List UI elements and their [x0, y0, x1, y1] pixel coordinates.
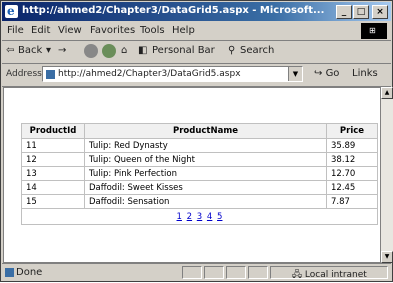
zone-label: 🖧 Local intranet [292, 270, 367, 280]
window-title: http://ahmed2/Chapter3/DataGrid5.aspx - … [22, 5, 325, 16]
done-page-icon [5, 268, 14, 277]
cell-product-name: Tulip: Red Dynasty [84, 138, 327, 153]
status-text: Done [16, 267, 43, 278]
cell-product-id: 13 [21, 166, 85, 181]
zone-text: Local intranet [304, 270, 367, 280]
go-button[interactable]: ↪ Go [314, 68, 339, 79]
title-bar: e http://ahmed2/Chapter3/DataGrid5.aspx … [2, 2, 391, 21]
pager: 1 2 3 4 5 [21, 208, 378, 225]
menu-tools[interactable]: Tools [140, 25, 165, 36]
cell-product-name: Tulip: Queen of the Night [84, 152, 327, 167]
header-product-name: ProductName [84, 123, 327, 139]
page-link-2[interactable]: 2 [187, 212, 192, 222]
menu-favorites[interactable]: Favorites [90, 25, 135, 36]
chevron-down-icon[interactable]: ▼ [288, 67, 302, 81]
header-price: Price [326, 123, 378, 139]
menu-bar: File Edit View Favorites Tools Help ⊞ [2, 22, 391, 41]
personal-bar-icon[interactable]: ◧ [138, 45, 147, 56]
browser-window: e http://ahmed2/Chapter3/DataGrid5.aspx … [0, 0, 393, 282]
vertical-scrollbar[interactable]: ▲ ▼ [381, 87, 393, 263]
address-url[interactable]: http://ahmed2/Chapter3/DataGrid5.aspx [58, 69, 241, 79]
ie-logo-icon: e [5, 4, 18, 18]
page-link-1[interactable]: 1 [177, 212, 182, 222]
cell-price: 35.89 [326, 138, 378, 153]
page-link-5[interactable]: 5 [217, 212, 222, 222]
stop-icon[interactable] [84, 44, 98, 58]
back-dropdown-icon[interactable]: ▾ [46, 45, 51, 56]
cell-price: 12.70 [326, 166, 378, 181]
windows-logo-icon: ⊞ [361, 23, 387, 39]
address-bar: Address http://ahmed2/Chapter3/DataGrid5… [2, 64, 391, 87]
page-link-4[interactable]: 4 [207, 212, 212, 222]
cell-price: 12.45 [326, 180, 378, 195]
pager-row: 1 2 3 4 5 [21, 208, 378, 225]
address-label: Address [6, 69, 42, 79]
refresh-icon[interactable] [102, 44, 116, 58]
cell-product-id: 15 [21, 194, 85, 209]
status-cell [182, 266, 202, 279]
scroll-down-icon[interactable]: ▼ [381, 251, 393, 263]
cell-product-name: Daffodil: Sweet Kisses [84, 180, 327, 195]
close-button[interactable]: × [372, 5, 388, 19]
menu-edit[interactable]: Edit [31, 25, 50, 36]
back-arrow-icon[interactable]: ⇦ [6, 45, 14, 56]
table-row: 11 Tulip: Red Dynasty 35.89 [21, 138, 378, 153]
products-grid: ProductId ProductName Price 11 Tulip: Re… [21, 123, 378, 225]
personal-bar-button[interactable]: Personal Bar [152, 45, 215, 56]
minimize-button[interactable]: _ [336, 5, 352, 19]
search-icon[interactable]: ⚲ [228, 45, 235, 56]
table-row: 12 Tulip: Queen of the Night 38.12 [21, 152, 378, 167]
menu-help[interactable]: Help [172, 25, 195, 36]
links-button[interactable]: Links [352, 68, 378, 79]
cell-price: 7.87 [326, 194, 378, 209]
table-row: 15 Daffodil: Sensation 7.87 [21, 194, 378, 209]
table-header-row: ProductId ProductName Price [21, 123, 378, 139]
status-bar: Done 🖧 Local intranet [2, 263, 391, 282]
header-product-id: ProductId [21, 123, 85, 139]
search-button[interactable]: Search [240, 45, 274, 56]
maximize-button[interactable]: □ [353, 5, 369, 19]
go-label: Go [325, 68, 340, 79]
scroll-up-icon[interactable]: ▲ [381, 87, 393, 99]
forward-button[interactable]: → [58, 45, 66, 56]
cell-product-name: Daffodil: Sensation [84, 194, 327, 209]
cell-price: 38.12 [326, 152, 378, 167]
cell-product-id: 14 [21, 180, 85, 195]
address-input[interactable]: http://ahmed2/Chapter3/DataGrid5.aspx ▼ [42, 66, 303, 82]
page-icon [46, 70, 55, 79]
status-cell [204, 266, 224, 279]
menu-file[interactable]: File [7, 25, 24, 36]
cell-product-id: 12 [21, 152, 85, 167]
home-icon[interactable]: ⌂ [121, 45, 127, 56]
page-link-3[interactable]: 3 [197, 212, 202, 222]
table-row: 13 Tulip: Pink Perfection 12.70 [21, 166, 378, 181]
menu-view[interactable]: View [58, 25, 82, 36]
back-button[interactable]: Back [18, 45, 42, 56]
status-cell [226, 266, 246, 279]
table-row: 14 Daffodil: Sweet Kisses 12.45 [21, 180, 378, 195]
toolbar: ⇦ Back ▾ → ⌂ ◧ Personal Bar ⚲ Search [2, 41, 391, 64]
status-cell [248, 266, 268, 279]
cell-product-id: 11 [21, 138, 85, 153]
cell-product-name: Tulip: Pink Perfection [84, 166, 327, 181]
